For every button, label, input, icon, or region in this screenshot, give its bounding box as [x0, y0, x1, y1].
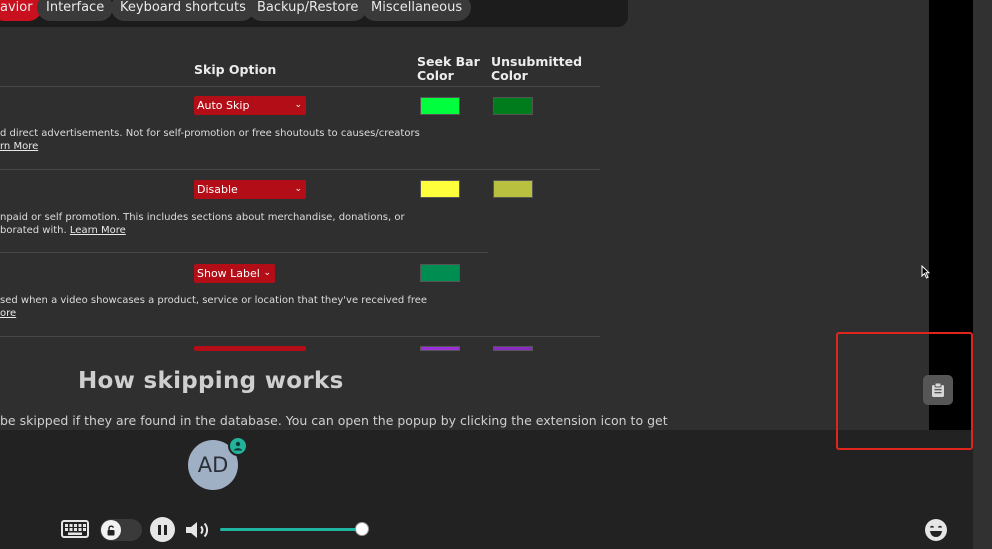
category-description: npaid or self promotion. This includes s… [0, 212, 405, 223]
tab-miscellaneous[interactable]: Miscellaneous [362, 0, 472, 21]
keyboard-icon[interactable] [60, 518, 90, 540]
header-unsubmitted-color-line2: Color [491, 68, 528, 83]
volume-icon[interactable] [183, 518, 215, 541]
category-description-line2: rn More [0, 140, 38, 153]
remote-session-window: avior Interface Keyboard shortcuts Backu… [0, 0, 992, 549]
skip-option-select-sponsor[interactable]: Auto Skip ⌄ [194, 96, 306, 115]
unsubmitted-color-swatch[interactable] [493, 97, 533, 115]
options-tab-bar: avior Interface Keyboard shortcuts Backu… [0, 0, 628, 27]
category-description: sed when a video showcases a product, se… [0, 295, 428, 306]
select-value: Disable [197, 183, 238, 196]
header-unsubmitted-color-line1: Unsubmitted [491, 54, 583, 69]
table-divider [0, 86, 600, 87]
how-skipping-works-heading: How skipping works [78, 368, 344, 394]
table-divider [0, 336, 600, 337]
skip-option-select-selfpromo[interactable]: Disable ⌄ [194, 180, 306, 199]
select-value: Show Label [197, 267, 260, 280]
chevron-down-icon: ⌄ [294, 184, 302, 194]
seek-bar-color-swatch[interactable] [420, 97, 460, 115]
seek-bar-color-swatch[interactable] [420, 180, 460, 198]
skip-option-select-partial[interactable] [194, 346, 306, 351]
category-description: d direct advertisements. Not for self-pr… [0, 128, 420, 139]
select-value: Auto Skip [197, 99, 250, 112]
remote-page-viewport[interactable]: avior Interface Keyboard shortcuts Backu… [0, 0, 929, 430]
highlight-box [836, 332, 973, 450]
tab-behavior[interactable]: avior [0, 0, 42, 21]
session-control-bar [0, 430, 973, 549]
pause-icon[interactable] [150, 517, 175, 542]
mouse-cursor-icon [921, 265, 930, 279]
volume-slider-thumb[interactable] [355, 522, 369, 536]
how-skipping-works-text: be skipped if they are found in the data… [0, 413, 668, 428]
header-skip-option: Skip Option [194, 62, 277, 77]
table-divider [0, 252, 488, 253]
category-description-line2: borated with. Learn More [0, 224, 126, 237]
header-seek-bar-color-line2: Color [417, 68, 454, 83]
volume-slider-track[interactable] [220, 528, 363, 531]
description-text: borated with. [0, 225, 70, 236]
learn-more-link[interactable]: ore [0, 308, 16, 319]
skip-option-select-exclusive[interactable]: Show Label ⌄ [194, 264, 275, 283]
table-divider [0, 169, 600, 170]
category-description-line2: ore [0, 307, 16, 320]
unsubmitted-color-swatch[interactable] [493, 346, 533, 351]
tab-keyboard-shortcuts[interactable]: Keyboard shortcuts [111, 0, 255, 21]
seek-bar-color-swatch[interactable] [420, 264, 460, 282]
header-seek-bar-color-line1: Seek Bar [417, 54, 480, 69]
emoji-icon[interactable] [923, 517, 949, 543]
seek-bar-color-swatch[interactable] [420, 346, 460, 351]
tab-backup-restore[interactable]: Backup/Restore [248, 0, 368, 21]
learn-more-link[interactable]: rn More [0, 141, 38, 152]
chevron-down-icon: ⌄ [294, 100, 302, 110]
unsubmitted-color-swatch[interactable] [493, 180, 533, 198]
tab-interface[interactable]: Interface [37, 0, 114, 21]
learn-more-link[interactable]: Learn More [70, 225, 126, 236]
window-scrollbar[interactable] [973, 0, 992, 549]
unlock-icon[interactable] [101, 520, 121, 540]
chevron-down-icon: ⌄ [263, 268, 271, 278]
user-icon [228, 436, 248, 456]
